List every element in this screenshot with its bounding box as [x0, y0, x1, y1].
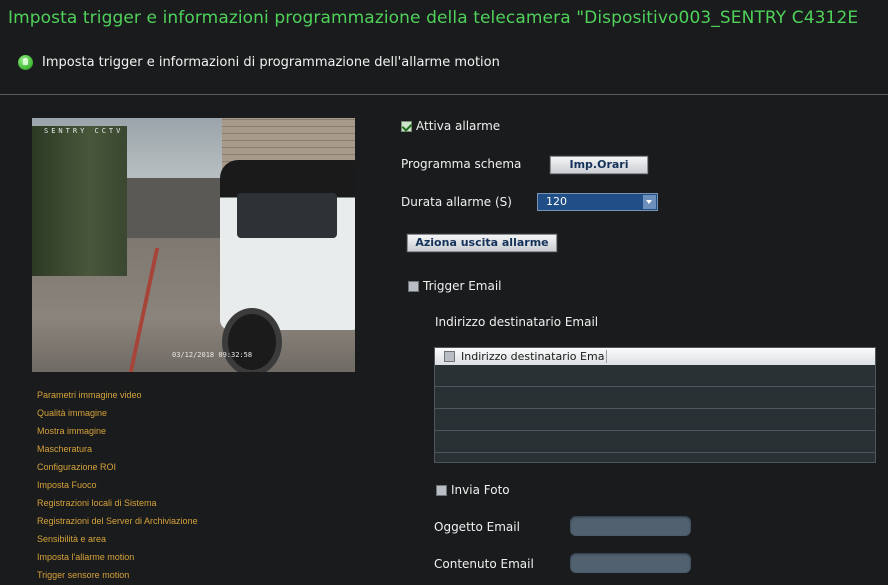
chevron-down-icon[interactable] — [643, 195, 656, 209]
page-title: Imposta trigger e informazioni programma… — [8, 8, 859, 28]
email-content-input[interactable] — [570, 553, 691, 573]
nav-item-roi[interactable]: Configurazione ROI — [37, 459, 198, 477]
duration-select[interactable]: 120 — [537, 193, 658, 211]
select-all-checkbox[interactable] — [444, 351, 455, 362]
duration-value: 120 — [546, 195, 567, 208]
email-subject-input[interactable] — [570, 516, 691, 536]
send-photo-checkbox[interactable] — [436, 484, 447, 496]
header-divider — [0, 94, 888, 95]
table-row-divider — [435, 386, 875, 387]
recipient-column-header[interactable]: Indirizzo destinatario Ema — [461, 350, 608, 363]
nav-item-motion-trigger[interactable]: Trigger sensore motion — [37, 567, 198, 585]
table-row-divider — [435, 430, 875, 431]
duration-label: Durata allarme (S) — [401, 195, 512, 209]
section-header: Imposta trigger e informazioni di progra… — [18, 51, 500, 73]
nav-item-sensitivity[interactable]: Sensibilità e area — [37, 531, 198, 549]
nav-item-video-parameters[interactable]: Parametri immagine video — [37, 387, 198, 405]
table-row-divider — [435, 452, 875, 453]
send-photo-label: Invia Foto — [451, 483, 510, 497]
camera-preview: SENTRY CCTV 03/12/2018 09:32:58 — [32, 118, 355, 372]
enable-alarm-checkbox[interactable] — [401, 120, 412, 132]
recipient-table[interactable]: Indirizzo destinatario Ema — [434, 347, 876, 463]
osd-timestamp: 03/12/2018 09:32:58 — [172, 351, 253, 359]
set-schedule-button[interactable]: Imp.Orari — [549, 155, 649, 175]
schedule-label: Programma schema — [401, 157, 522, 171]
settings-nav: Parametri immagine video Qualità immagin… — [37, 387, 198, 585]
nav-item-image-quality[interactable]: Qualità immagine — [37, 405, 198, 423]
enable-alarm-label: Attiva allarme — [416, 119, 501, 133]
recipient-label: Indirizzo destinatario Email — [435, 315, 599, 329]
nav-item-focus[interactable]: Imposta Fuoco — [37, 477, 198, 495]
nav-item-local-recording[interactable]: Registrazioni locali di Sistema — [37, 495, 198, 513]
table-row-divider — [435, 408, 875, 409]
osd-camera-name: SENTRY CCTV — [44, 127, 124, 135]
enable-alarm-row[interactable]: Attiva allarme — [401, 119, 500, 133]
email-subject-label: Oggetto Email — [434, 520, 520, 534]
nav-item-motion-alarm[interactable]: Imposta l'allarme motion — [37, 549, 198, 567]
lightbulb-icon — [18, 54, 33, 70]
preview-vehicle-window — [237, 193, 337, 238]
recipient-table-header: Indirizzo destinatario Ema — [435, 348, 875, 365]
section-subtitle: Imposta trigger e informazioni di progra… — [42, 54, 500, 70]
trigger-alarm-output-button[interactable]: Aziona uscita allarme — [406, 233, 558, 253]
preview-hedge — [32, 126, 127, 276]
trigger-email-checkbox[interactable] — [408, 280, 419, 292]
send-photo-row[interactable]: Invia Foto — [436, 483, 510, 497]
nav-item-server-recording[interactable]: Registrazioni del Server di Archiviazion… — [37, 513, 198, 531]
email-content-label: Contenuto Email — [434, 557, 534, 571]
preview-vehicle — [220, 160, 355, 330]
preview-vehicle-wheel — [222, 308, 282, 372]
trigger-email-label: Trigger Email — [423, 279, 502, 293]
nav-item-show-image[interactable]: Mostra immagine — [37, 423, 198, 441]
nav-item-masking[interactable]: Mascheratura — [37, 441, 198, 459]
trigger-email-row[interactable]: Trigger Email — [408, 279, 502, 293]
